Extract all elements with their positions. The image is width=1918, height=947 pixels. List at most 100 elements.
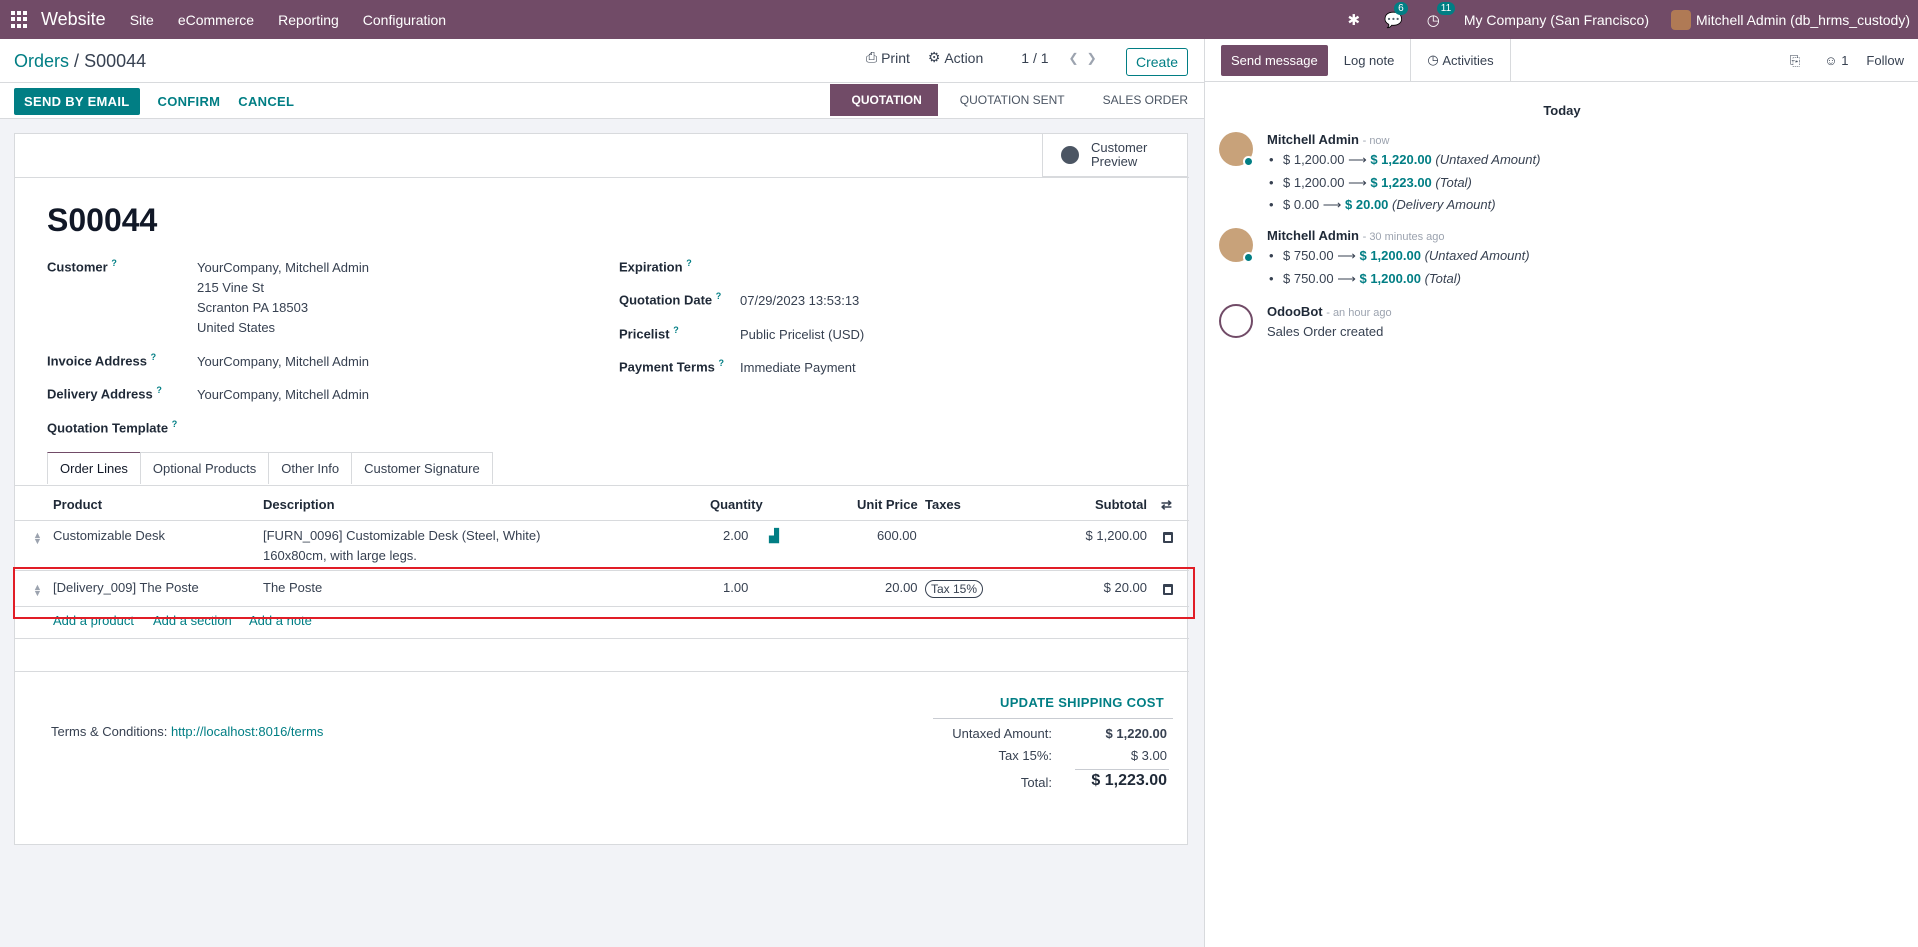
- tracking-value: $ 1,200.00 ⟶ $ 1,223.00 (Total): [1269, 175, 1472, 191]
- menu-ecommerce[interactable]: eCommerce: [178, 12, 254, 28]
- row-quantity[interactable]: 2.00: [723, 526, 748, 546]
- author-avatar[interactable]: [1219, 132, 1254, 167]
- message-author[interactable]: OdooBot - an hour ago: [1267, 304, 1392, 319]
- print-button[interactable]: ⎙ Print: [866, 49, 910, 66]
- notebook-tabs: Order Lines Optional Products Other Info…: [47, 452, 493, 484]
- order-name: S00044: [47, 202, 158, 238]
- row-product[interactable]: Customizable Desk: [53, 526, 165, 546]
- highlight-box: [13, 567, 1195, 619]
- globe-icon: [1061, 146, 1079, 164]
- debug-bug-icon[interactable]: ✱: [1347, 11, 1360, 29]
- activities-clock-icon[interactable]: ◷ 11: [1427, 1, 1456, 29]
- message-body: Sales Order created: [1267, 324, 1384, 339]
- action-button[interactable]: ⚙ Action: [928, 49, 983, 66]
- terms-conditions: Terms & Conditions: http://localhost:801…: [51, 724, 324, 739]
- pricelist-field[interactable]: Public Pricelist (USD): [740, 325, 864, 345]
- log-note-button[interactable]: Log note: [1328, 38, 1412, 82]
- send-by-email-button[interactable]: SEND BY EMAIL: [14, 87, 140, 115]
- create-button[interactable]: Create: [1126, 48, 1189, 76]
- quotation-date-field[interactable]: 07/29/2023 13:53:13: [740, 291, 859, 311]
- tracking-value: $ 1,200.00 ⟶ $ 1,220.00 (Untaxed Amount): [1269, 152, 1540, 168]
- pager-prev-icon[interactable]: ❮: [1069, 51, 1079, 65]
- print-label: Print: [881, 49, 910, 66]
- tracking-value: $ 0.00 ⟶ $ 20.00 (Delivery Amount): [1269, 197, 1496, 213]
- menu-site[interactable]: Site: [130, 12, 154, 28]
- col-description[interactable]: Description: [263, 497, 335, 512]
- menu-configuration[interactable]: Configuration: [363, 12, 446, 28]
- drag-handle-icon[interactable]: ▲ ▼: [33, 531, 42, 546]
- help-icon: ?: [156, 385, 162, 395]
- customer-country: United States: [197, 320, 276, 335]
- tax-label: Tax 15%:: [998, 748, 1052, 763]
- customer-preview-button[interactable]: Customer Preview: [1042, 134, 1187, 177]
- print-icon: ⎙: [866, 49, 882, 65]
- menu-reporting[interactable]: Reporting: [278, 12, 339, 28]
- pager-next-icon[interactable]: ❯: [1087, 51, 1097, 65]
- tracking-value: $ 750.00 ⟶ $ 1,200.00 (Total): [1269, 271, 1461, 287]
- user-name: Mitchell Admin (db_hrms_custody): [1696, 11, 1910, 28]
- customer-field[interactable]: YourCompany, Mitchell Admin 215 Vine St …: [197, 258, 369, 338]
- col-unit-price[interactable]: Unit Price: [857, 497, 918, 512]
- row-description[interactable]: [FURN_0096] Customizable Desk (Steel, Wh…: [263, 526, 540, 566]
- breadcrumb: Orders / S00044: [14, 51, 146, 72]
- pricelist-label: Pricelist ?: [619, 325, 679, 342]
- tab-optional-products[interactable]: Optional Products: [139, 452, 270, 484]
- forecast-chart-icon[interactable]: ▟: [769, 526, 779, 546]
- company-switcher[interactable]: My Company (San Francisco): [1464, 12, 1649, 28]
- total-value: $ 1,223.00: [1091, 772, 1167, 789]
- delete-row-icon[interactable]: [1163, 532, 1173, 543]
- col-taxes[interactable]: Taxes: [925, 497, 961, 512]
- untaxed-amount-label: Untaxed Amount:: [952, 726, 1052, 741]
- user-menu[interactable]: Mitchell Admin (db_hrms_custody): [1671, 9, 1910, 30]
- tab-order-lines[interactable]: Order Lines: [47, 452, 141, 484]
- user-avatar: [1671, 9, 1692, 30]
- col-subtotal[interactable]: Subtotal: [1095, 497, 1147, 512]
- followers-button[interactable]: ☺ 1: [1824, 53, 1848, 68]
- odoobot-avatar[interactable]: [1219, 304, 1253, 338]
- update-shipping-cost-button[interactable]: UPDATE SHIPPING COST: [1000, 695, 1164, 710]
- tab-other-info[interactable]: Other Info: [268, 452, 353, 484]
- message-author[interactable]: Mitchell Admin - now: [1267, 132, 1390, 147]
- customer-name: YourCompany, Mitchell Admin: [197, 260, 369, 275]
- form-sheet: Customer Preview S00044 Customer ? YourCo…: [14, 133, 1189, 845]
- message-author[interactable]: Mitchell Admin - 30 minutes ago: [1267, 228, 1445, 243]
- apps-menu-icon[interactable]: [11, 10, 29, 29]
- messaging-icon[interactable]: 💬 6: [1384, 1, 1408, 29]
- terms-link[interactable]: http://localhost:8016/terms: [171, 724, 323, 739]
- col-quantity[interactable]: Quantity: [710, 497, 763, 512]
- total-label: Total:: [1020, 775, 1052, 790]
- date-separator: Today: [1543, 103, 1581, 118]
- follow-button[interactable]: Follow: [1866, 53, 1904, 68]
- cancel-button[interactable]: CANCEL: [238, 94, 294, 109]
- chatter-panel: Send message Log note ◷ Activities ⎘ ☺ 1…: [1204, 38, 1918, 947]
- optional-columns-icon[interactable]: ⇄: [1161, 497, 1172, 513]
- delivery-address-field[interactable]: YourCompany, Mitchell Admin: [197, 385, 369, 405]
- row-unit-price[interactable]: 600.00: [877, 526, 917, 546]
- col-product[interactable]: Product: [53, 497, 102, 512]
- breadcrumb-orders-link[interactable]: Orders: [14, 51, 69, 71]
- preview-label-1: Customer: [1091, 140, 1148, 155]
- confirm-button[interactable]: CONFIRM: [158, 94, 221, 109]
- preview-label-2: Preview: [1091, 154, 1138, 169]
- quotation-template-label: Quotation Template ?: [47, 419, 178, 436]
- stage-sales-order[interactable]: SALES ORDER: [1081, 84, 1204, 116]
- activities-button[interactable]: ◷ Activities: [1411, 38, 1511, 82]
- stage-quotation-sent[interactable]: QUOTATION SENT: [938, 84, 1081, 116]
- attachment-icon[interactable]: ⎘: [1790, 53, 1800, 69]
- row-subtotal: $ 1,200.00: [1085, 528, 1147, 543]
- tab-customer-signature[interactable]: Customer Signature: [351, 452, 493, 484]
- send-message-button[interactable]: Send message: [1221, 44, 1328, 76]
- form-statusbar: SEND BY EMAIL CONFIRM CANCEL QUOTATION Q…: [0, 82, 1204, 120]
- stage-quotation[interactable]: QUOTATION: [829, 84, 938, 116]
- expiration-label: Expiration ?: [619, 258, 692, 275]
- app-brand[interactable]: Website: [41, 9, 106, 30]
- person-icon: ☺: [1824, 53, 1838, 68]
- invoice-address-field[interactable]: YourCompany, Mitchell Admin: [197, 352, 369, 372]
- author-avatar[interactable]: [1219, 228, 1254, 263]
- payment-terms-field[interactable]: Immediate Payment: [740, 358, 856, 378]
- customer-street: 215 Vine St: [197, 280, 264, 295]
- help-icon: ?: [111, 258, 117, 268]
- gear-icon: ⚙: [927, 49, 945, 65]
- tax-value: $ 3.00: [1130, 748, 1167, 763]
- pager-value[interactable]: 1 / 1: [1021, 50, 1048, 66]
